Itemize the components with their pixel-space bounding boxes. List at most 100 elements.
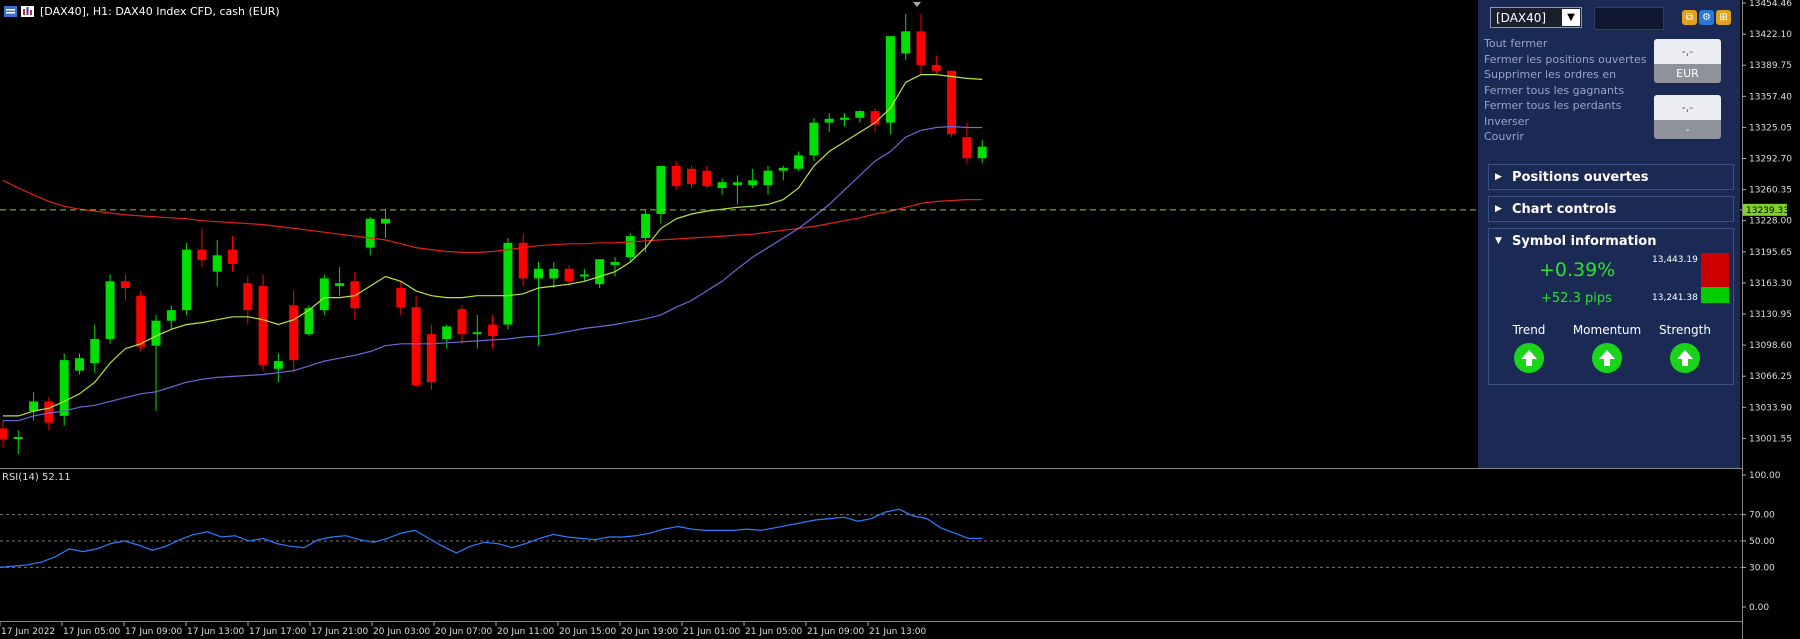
chart-type-icon[interactable]	[21, 5, 34, 17]
price-tick-label: 13454.46	[1749, 0, 1792, 9]
profit-value: -,-	[1654, 39, 1721, 64]
gear-icon[interactable]: ⚙	[1699, 10, 1714, 25]
candle-bear	[671, 165, 681, 187]
time-tick-label: 17 Jun 09:00	[125, 627, 182, 637]
change-percent: +0.39%	[1539, 259, 1616, 281]
price-tick-label: 13422.10	[1749, 30, 1792, 40]
expand-icon[interactable]: ⊞	[1716, 10, 1731, 25]
window-title-text: [DAX40], H1: DAX40 Index CFD, cash (EUR)	[40, 4, 280, 18]
time-tick-label: 21 Jun 05:00	[745, 627, 802, 637]
candle-bear	[396, 288, 406, 308]
chevron-right-icon: ▶	[1495, 204, 1502, 214]
day-low: 13,241.38	[1652, 293, 1698, 303]
candle-bull	[503, 242, 513, 325]
indicator-trend: Trend	[1494, 323, 1564, 373]
change-pips: +52.3 pips	[1541, 291, 1612, 306]
lot-size-input[interactable]	[1594, 7, 1664, 30]
price-tick-label: 13228.00	[1749, 217, 1792, 227]
candle-bull	[610, 262, 620, 265]
price-tick-label: 13292.70	[1749, 155, 1792, 165]
price-tick-label: 13357.40	[1749, 92, 1792, 102]
rsi-indicator-label: RSI(14) 52.11	[2, 472, 71, 483]
candle-bull	[778, 167, 788, 171]
rsi-tick-label: 50.00	[1749, 537, 1775, 547]
symbol-select[interactable]: [DAX40] ▼	[1490, 7, 1582, 28]
indicator-trend-label: Trend	[1512, 323, 1546, 337]
candle-bull	[75, 358, 84, 371]
candle-bull	[335, 283, 345, 287]
profit-currency: EUR	[1654, 64, 1721, 83]
candle-bull	[105, 281, 115, 339]
candle-bull	[319, 278, 329, 311]
section-chart-controls[interactable]: ▶ Chart controls	[1488, 196, 1734, 222]
candle-bear	[197, 249, 207, 261]
chevron-down-icon[interactable]: ▼	[1562, 9, 1580, 26]
candle-bear	[457, 309, 467, 335]
candle-bull	[13, 437, 23, 439]
candle-bull	[595, 259, 605, 285]
arrow-up-icon	[1670, 343, 1700, 373]
time-tick-label: 20 Jun 15:00	[559, 627, 616, 637]
candle-bull	[59, 360, 69, 416]
candle-bear	[962, 137, 972, 159]
indicator-momentum-label: Momentum	[1572, 323, 1642, 337]
candle-bull	[472, 332, 482, 335]
indicator-strength: Strength	[1650, 323, 1720, 373]
time-tick-label: 20 Jun 11:00	[497, 627, 554, 637]
profit-value-button[interactable]: -,- EUR	[1654, 39, 1721, 83]
rsi-tick-label: 100.00	[1749, 471, 1781, 481]
candle-bull	[534, 268, 543, 279]
candle-bull	[151, 320, 161, 346]
window-menu-icon[interactable]	[4, 5, 17, 17]
time-tick-label: 20 Jun 19:00	[621, 627, 678, 637]
time-tick-label: 17 Jun 21:00	[311, 627, 368, 637]
time-tick-label: 17 Jun 13:00	[187, 627, 244, 637]
price-axis: 13454.46 13422.10 13389.75 13357.40 13325.05…	[1742, 0, 1792, 444]
candle-bear	[0, 428, 8, 439]
section-open-positions[interactable]: ▶ Positions ouvertes	[1488, 164, 1734, 190]
candle-bear	[702, 170, 712, 187]
candle-bear	[488, 324, 498, 337]
time-tick-label: 21 Jun 13:00	[869, 627, 926, 637]
price-tick-label: 13389.75	[1749, 61, 1792, 71]
loss-value-button[interactable]: -,- -	[1654, 95, 1721, 139]
candle-bull	[824, 118, 834, 123]
rsi-chart-area[interactable]	[0, 470, 1742, 622]
symbol-info-body: +0.39% +52.3 pips 13,443.19 13,241.38 Tr…	[1489, 253, 1733, 403]
trading-panel: [DAX40] ▼ ⧉ ⚙ ⊞ Tout fermer Fermer les p…	[1478, 0, 1740, 468]
price-tick-label: 13260.35	[1749, 186, 1792, 196]
time-tick-label: 17 Jun 17:00	[249, 627, 306, 637]
price-tick-label: 13130.95	[1749, 310, 1792, 320]
candle-bull	[381, 218, 390, 224]
candle-bull	[625, 236, 635, 258]
candle-bull	[579, 274, 589, 277]
candle-bear	[426, 334, 436, 383]
candle-bear	[411, 307, 421, 386]
candle-bear	[120, 281, 130, 289]
candle-bear	[136, 295, 146, 347]
high-range-bar	[1701, 253, 1729, 287]
candle-bull	[365, 218, 375, 248]
day-high: 13,443.19	[1652, 255, 1698, 265]
rsi-tick-label: 70.00	[1749, 511, 1775, 521]
candle-bear	[243, 283, 253, 311]
candle-bull	[763, 170, 773, 186]
chevron-down-icon: ▼	[1495, 236, 1502, 246]
time-tick-label: 21 Jun 09:00	[807, 627, 864, 637]
section-symbol-info-header[interactable]: ▼ Symbol information	[1489, 229, 1733, 253]
candle-bull	[90, 338, 100, 363]
candle-bull	[717, 182, 727, 189]
chevron-right-icon: ▶	[1495, 172, 1502, 182]
candle-bull	[273, 361, 283, 369]
price-tick-label: 13066.25	[1749, 372, 1792, 382]
loss-caption: -	[1654, 120, 1721, 139]
candle-bear	[258, 286, 268, 365]
candle-bear	[228, 249, 237, 264]
candle-bull	[732, 182, 742, 186]
time-tick-label: 17 Jun 2022	[1, 627, 55, 637]
indicator-momentum: Momentum	[1572, 323, 1642, 373]
copy-icon[interactable]: ⧉	[1682, 10, 1697, 25]
panel-topbar: [DAX40] ▼ ⧉ ⚙ ⊞	[1484, 4, 1732, 32]
candle-bear	[947, 70, 957, 135]
candle-bull	[549, 268, 559, 279]
